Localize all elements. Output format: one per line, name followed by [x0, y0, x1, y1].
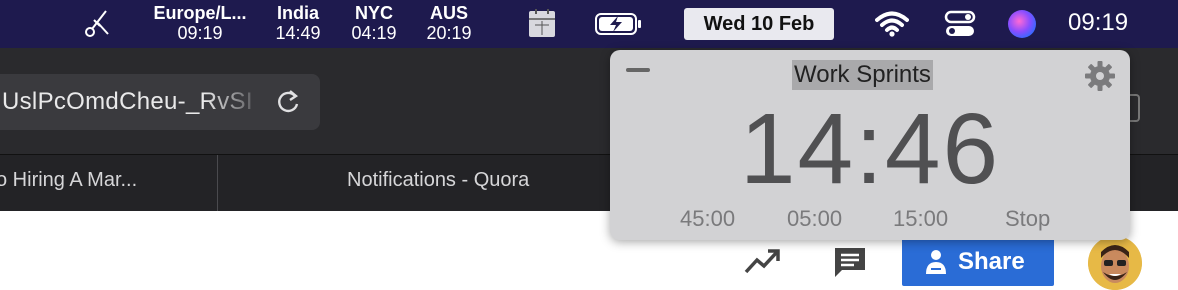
share-label: Share	[958, 248, 1025, 275]
world-clock-nyc[interactable]: NYC 04:19	[344, 3, 404, 43]
reload-icon[interactable]	[275, 88, 301, 116]
world-clock-city: India	[276, 3, 319, 23]
comment-icon[interactable]	[832, 245, 868, 279]
date-display[interactable]: Wed 10 Feb	[684, 8, 834, 40]
preset-05[interactable]: 05:00	[787, 206, 842, 232]
control-center-icon[interactable]	[944, 9, 976, 39]
share-person-icon	[926, 250, 946, 274]
world-clock-city: Europe/L...	[153, 3, 247, 23]
scissors-icon[interactable]	[82, 8, 112, 40]
stop-button[interactable]: Stop	[1005, 206, 1050, 232]
siri-icon[interactable]	[1008, 10, 1036, 38]
world-clock-time: 04:19	[351, 23, 397, 43]
menubar-clock[interactable]: 09:19	[1068, 8, 1128, 38]
world-clock-time: 09:19	[177, 23, 223, 43]
address-bar[interactable]: UslPcOmdCheu-_RvSI	[0, 74, 320, 130]
world-clock-europe[interactable]: Europe/L... 09:19	[146, 3, 254, 43]
work-sprints-timer-popup: Work Sprints 14:46 45:00 05:00 15:00 Sto…	[610, 50, 1130, 240]
gear-icon[interactable]	[1084, 60, 1116, 92]
world-clock-city: NYC	[354, 3, 393, 23]
battery-charging-icon[interactable]	[595, 13, 643, 35]
menu-bar: Europe/L... 09:19 India 14:49 NYC 04:19 …	[0, 0, 1178, 48]
preset-15[interactable]: 15:00	[893, 206, 948, 232]
timer-presets: 45:00 05:00 15:00 Stop	[610, 206, 1130, 236]
world-clock-time: 20:19	[426, 23, 472, 43]
world-clock-india[interactable]: India 14:49	[268, 3, 328, 43]
share-button[interactable]: Share	[902, 238, 1054, 286]
tab-divider	[217, 155, 218, 212]
minus-icon[interactable]	[626, 68, 650, 72]
world-clock-time: 14:49	[275, 23, 321, 43]
calendar-icon[interactable]	[527, 7, 557, 39]
trending-icon[interactable]	[744, 246, 782, 276]
tab-notifications-quora[interactable]: Notifications - Quora	[347, 169, 529, 192]
wifi-icon[interactable]	[875, 10, 909, 38]
tab-hiring[interactable]: o Hiring A Mar...	[0, 169, 137, 192]
world-clock-aus[interactable]: AUS 20:19	[419, 3, 479, 43]
world-clock-city: AUS	[429, 3, 468, 23]
preset-45[interactable]: 45:00	[680, 206, 735, 232]
popup-title: Work Sprints	[792, 60, 933, 90]
url-fade	[205, 74, 265, 130]
timer-display: 14:46	[739, 93, 1001, 205]
